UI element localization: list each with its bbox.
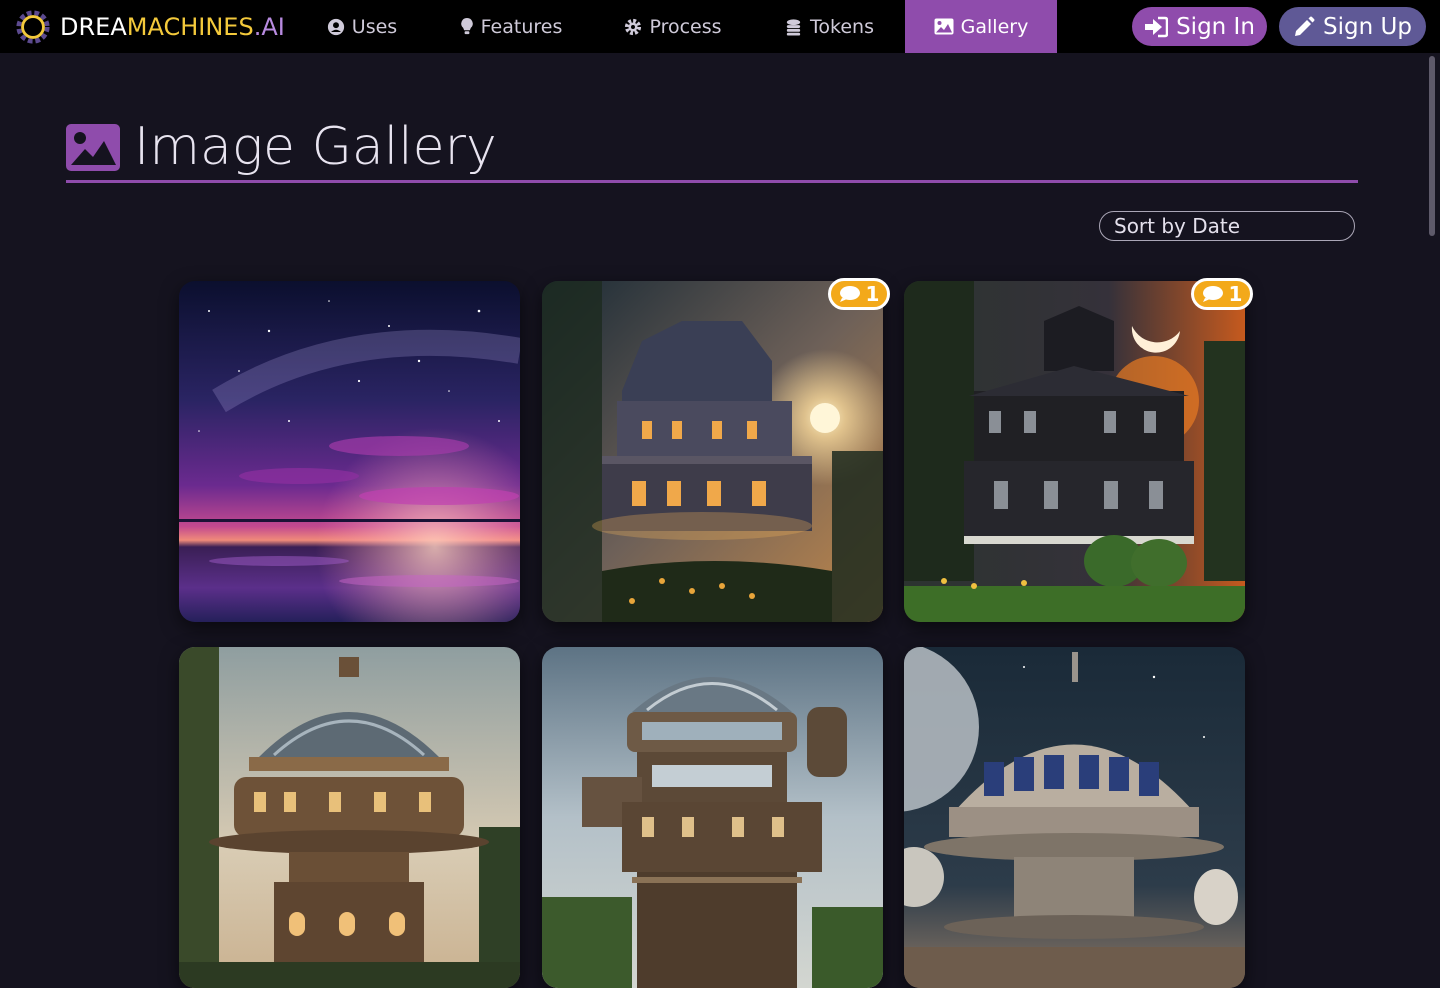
brand-name-part2: MACHINES	[126, 12, 254, 41]
gallery-image-steampunk-dome[interactable]	[179, 647, 520, 988]
victorian-house-garden-image	[904, 281, 1245, 622]
scrollbar-thumb[interactable]	[1429, 56, 1435, 236]
sign-in-icon	[1145, 16, 1169, 37]
sign-up-button[interactable]: Sign Up	[1279, 7, 1426, 46]
brand-name-part1: DREA	[60, 12, 127, 41]
lightbulb-icon	[460, 17, 473, 35]
nav-item-gallery[interactable]: Gallery	[905, 0, 1057, 53]
gallery-image-victorian-garden[interactable]	[904, 281, 1245, 622]
steampunk-observatory-tower-image	[542, 647, 883, 988]
coins-icon	[786, 18, 801, 36]
gear-icon	[625, 18, 642, 35]
nav-item-tokens[interactable]: Tokens	[768, 0, 890, 53]
nav-item-features[interactable]: Features	[444, 0, 578, 53]
image-icon	[934, 18, 954, 35]
user-circle-icon	[327, 18, 344, 35]
gallery-image-starry-lake[interactable]	[179, 281, 520, 622]
brand-name: DREAMACHINES.AI	[60, 13, 285, 41]
sign-up-label: Sign Up	[1323, 13, 1412, 40]
nav-item-uses[interactable]: Uses	[310, 0, 414, 53]
comment-icon	[839, 286, 860, 302]
sign-in-button[interactable]: Sign In	[1132, 7, 1267, 46]
comment-count: 1	[865, 282, 880, 306]
comment-icon	[1202, 286, 1223, 302]
page-title-text: Image Gallery	[134, 117, 497, 177]
brand[interactable]: DREAMACHINES.AI	[14, 8, 285, 45]
sign-in-label: Sign In	[1176, 13, 1255, 40]
nav-item-label: Tokens	[810, 15, 874, 38]
brand-name-part3: .AI	[253, 12, 285, 41]
comment-badge[interactable]: 1	[828, 278, 890, 310]
gear-sun-logo	[16, 9, 50, 44]
space-station-dome-image	[904, 647, 1245, 988]
title-divider	[66, 180, 1358, 183]
nav-item-process[interactable]: Process	[608, 0, 738, 53]
scrollbar[interactable]	[1424, 53, 1440, 960]
nav-item-label: Uses	[351, 15, 398, 38]
sort-select-value: Sort by Date	[1114, 214, 1241, 238]
nav-item-label: Features	[480, 15, 563, 38]
nav-item-label: Process	[649, 15, 722, 38]
nav-item-label: Gallery	[960, 15, 1029, 38]
sort-select[interactable]: Sort by Date	[1099, 211, 1355, 241]
image-icon	[66, 123, 120, 171]
gallery-image-steampunk-observatory[interactable]	[542, 647, 883, 988]
pencil-icon	[1295, 16, 1315, 36]
starry-lake-image	[179, 281, 520, 622]
gallery-image-victorian-moonlight[interactable]	[542, 281, 883, 622]
gallery-image-space-station[interactable]	[904, 647, 1245, 988]
victorian-house-moonlight-image	[542, 281, 883, 622]
top-navbar: DREAMACHINES.AI Uses Features Process To…	[0, 0, 1440, 53]
page-title: Image Gallery	[66, 116, 497, 178]
steampunk-dome-tower-image	[179, 647, 520, 988]
comment-count: 1	[1228, 282, 1243, 306]
comment-badge[interactable]: 1	[1191, 278, 1253, 310]
